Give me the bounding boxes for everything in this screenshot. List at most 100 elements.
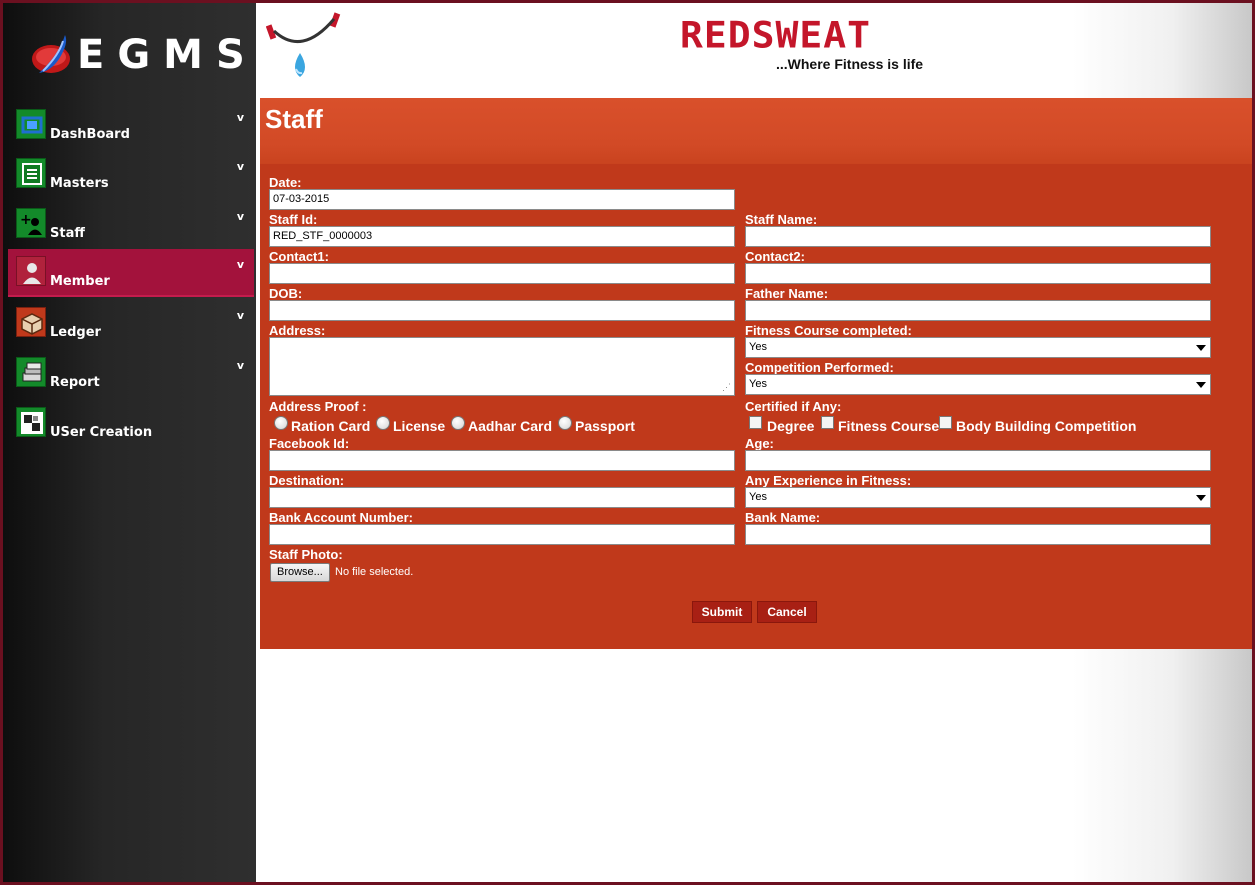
passport-radio[interactable] [558,416,572,430]
facebook-id-label: Facebook Id: [269,436,350,451]
staff-name-label: Staff Name: [745,212,818,227]
sidebar-item-ledger[interactable]: Ledger v [8,300,254,348]
sidebar-item-label: Ledger [50,325,101,340]
page-title: Staff [265,104,323,134]
contact2-field[interactable] [745,263,1211,284]
sidebar-item-label: Staff [50,226,85,241]
ration-card-radio[interactable] [274,416,288,430]
sidebar-item-label: Report [50,375,100,390]
user-creation-icon [16,407,46,437]
competition-select[interactable]: Yes [745,374,1211,395]
address-label: Address: [269,323,326,338]
dropdown-arrow-icon [1196,382,1206,388]
sidebar-item-label: DashBoard [50,127,130,142]
sidebar-item-member[interactable]: Member v [8,249,254,297]
ledger-icon [16,307,46,337]
chevron-down-icon[interactable]: v [237,160,244,173]
dropdown-arrow-icon [1196,345,1206,351]
bank-account-field[interactable] [269,524,735,545]
browse-button[interactable]: Browse... [270,563,330,582]
staff-form-panel: Staff Date: 07-03-2015 Staff Id: RED_STF… [260,98,1252,649]
cancel-button[interactable]: Cancel [757,601,817,623]
sidebar-item-label: Member [50,274,110,289]
age-label: Age: [745,436,774,451]
staff-photo-label: Staff Photo: [269,547,343,562]
degree-checkbox[interactable] [749,416,762,429]
aadhar-card-option-label: Aadhar Card [468,418,553,434]
sidebar-item-staff[interactable]: + Staff v [8,201,254,249]
sidebar-item-user-creation[interactable]: USer Creation [8,400,254,448]
dashboard-icon [16,109,46,139]
svg-text:+: + [20,212,32,228]
submit-button[interactable]: Submit [692,601,752,623]
bank-name-label: Bank Name: [745,510,821,525]
date-label: Date: [269,175,302,190]
chevron-down-icon[interactable]: v [237,258,244,271]
resize-grip-icon[interactable]: ⋰ [722,382,731,393]
date-field[interactable]: 07-03-2015 [269,189,735,210]
chevron-down-icon[interactable]: v [237,210,244,223]
contact2-label: Contact2: [745,249,805,264]
certified-label: Certified if Any: [745,399,842,414]
fitness-course-label: Fitness Course completed: [745,323,912,338]
destination-field[interactable] [269,487,735,508]
bank-name-field[interactable] [745,524,1211,545]
passport-option-label: Passport [575,418,635,434]
dumbbell-drop-logo-icon [266,12,341,77]
sidebar-item-masters[interactable]: Masters v [8,151,254,199]
fitness-course-checkbox[interactable] [821,416,834,429]
sidebar: EGMS DashBoard v Masters v + Staff v Mem… [3,3,256,882]
member-icon [16,256,46,286]
father-name-label: Father Name: [745,286,829,301]
staff-id-field[interactable]: RED_STF_0000003 [269,226,735,247]
list-icon [16,158,46,188]
brand-title: REDSWEAT [680,14,872,56]
license-radio[interactable] [376,416,390,430]
no-file-text: No file selected. [335,566,414,578]
sidebar-item-label: USer Creation [50,425,153,440]
body-building-option-label: Body Building Competition [956,418,1137,434]
experience-selected-value: Yes [749,491,767,503]
main-content: REDSWEAT ...Where Fitness is life Staff … [256,3,1252,882]
address-textarea[interactable]: ⋰ [269,337,735,396]
add-user-icon: + [16,208,46,238]
experience-select[interactable]: Yes [745,487,1211,508]
fitness-course-select[interactable]: Yes [745,337,1211,358]
app-logo-text: EGMS [77,32,258,78]
degree-option-label: Degree [767,418,815,434]
experience-label: Any Experience in Fitness: [745,473,912,488]
contact1-field[interactable] [269,263,735,284]
fitness-course-selected-value: Yes [749,341,767,353]
page-header: REDSWEAT ...Where Fitness is life [256,3,1252,98]
chevron-down-icon[interactable]: v [237,309,244,322]
sidebar-item-label: Masters [50,176,109,191]
staff-id-label: Staff Id: [269,212,318,227]
staff-name-field[interactable] [745,226,1211,247]
destination-label: Destination: [269,473,345,488]
report-icon [16,357,46,387]
dob-field[interactable] [269,300,735,321]
sidebar-item-dashboard[interactable]: DashBoard v [8,102,254,150]
dropdown-arrow-icon [1196,495,1206,501]
age-field[interactable] [745,450,1211,471]
chevron-down-icon[interactable]: v [237,359,244,372]
app-logo: EGMS [25,29,245,85]
facebook-id-field[interactable] [269,450,735,471]
body-building-checkbox[interactable] [939,416,952,429]
aadhar-card-radio[interactable] [451,416,465,430]
competition-label: Competition Performed: [745,360,894,375]
chevron-down-icon[interactable]: v [237,111,244,124]
father-name-field[interactable] [745,300,1211,321]
contact1-label: Contact1: [269,249,329,264]
dob-label: DOB: [269,286,303,301]
logo-emblem-icon [32,35,70,73]
brand-tagline: ...Where Fitness is life [776,56,924,72]
bank-account-label: Bank Account Number: [269,510,413,525]
competition-selected-value: Yes [749,378,767,390]
address-proof-label: Address Proof : [269,399,367,414]
panel-header: Staff [260,98,1252,164]
ration-card-option-label: Ration Card [291,418,371,434]
sidebar-item-report[interactable]: Report v [8,350,254,398]
license-option-label: License [393,418,446,434]
fitness-course-option-label: Fitness Course [838,418,940,434]
